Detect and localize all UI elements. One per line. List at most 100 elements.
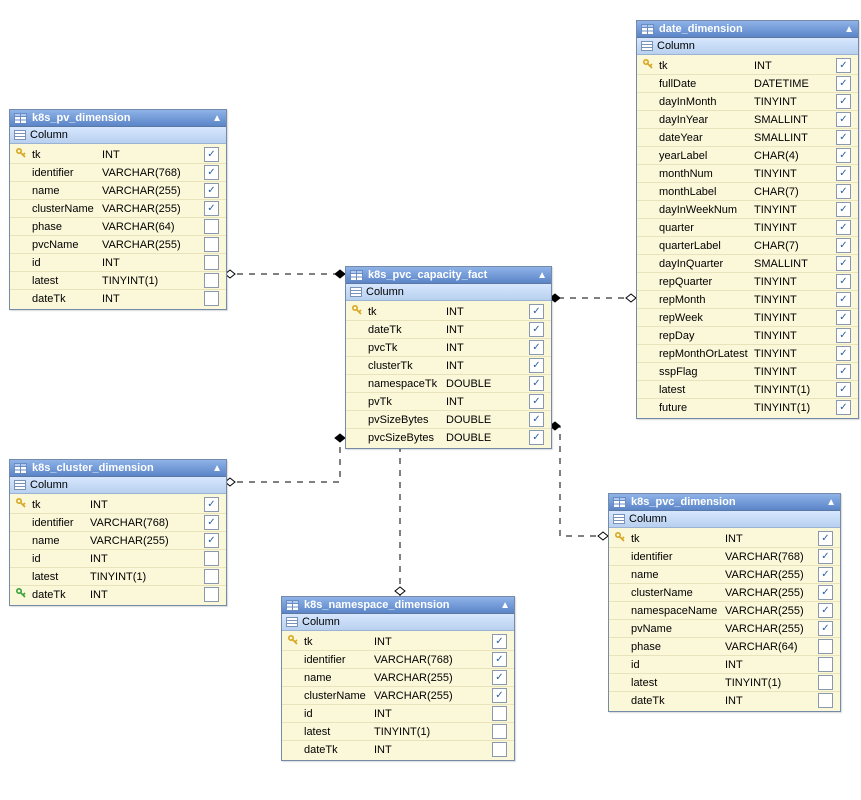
- column-row[interactable]: namespaceName VARCHAR(255) ✓: [609, 602, 840, 620]
- nullable-checkbox[interactable]: ✓: [836, 382, 851, 397]
- column-row[interactable]: clusterName VARCHAR(255) ✓: [609, 584, 840, 602]
- column-row[interactable]: identifier VARCHAR(768) ✓: [282, 651, 514, 669]
- column-row[interactable]: future TINYINT(1) ✓: [637, 399, 858, 416]
- column-row[interactable]: tk INT ✓: [10, 146, 226, 164]
- nullable-checkbox[interactable]: ✓: [204, 201, 219, 216]
- column-row[interactable]: sspFlag TINYINT ✓: [637, 363, 858, 381]
- nullable-checkbox[interactable]: ✓: [818, 603, 833, 618]
- column-section-header[interactable]: Column: [346, 284, 551, 301]
- nullable-checkbox[interactable]: ✓: [492, 706, 507, 721]
- nullable-checkbox[interactable]: ✓: [204, 255, 219, 270]
- nullable-checkbox[interactable]: ✓: [836, 148, 851, 163]
- column-row[interactable]: pvcTk INT ✓: [346, 339, 551, 357]
- column-row[interactable]: repQuarter TINYINT ✓: [637, 273, 858, 291]
- column-row[interactable]: dateTk INT ✓: [10, 586, 226, 603]
- collapse-icon[interactable]: ▲: [212, 113, 222, 124]
- nullable-checkbox[interactable]: ✓: [204, 147, 219, 162]
- nullable-checkbox[interactable]: ✓: [836, 328, 851, 343]
- column-row[interactable]: tk INT ✓: [282, 633, 514, 651]
- table-titlebar[interactable]: k8s_pv_dimension ▲: [10, 110, 226, 127]
- column-section-header[interactable]: Column: [282, 614, 514, 631]
- column-row[interactable]: clusterName VARCHAR(255) ✓: [10, 200, 226, 218]
- column-row[interactable]: latest TINYINT(1) ✓: [10, 568, 226, 586]
- column-row[interactable]: namespaceTk DOUBLE ✓: [346, 375, 551, 393]
- nullable-checkbox[interactable]: ✓: [529, 358, 544, 373]
- column-row[interactable]: identifier VARCHAR(768) ✓: [10, 514, 226, 532]
- column-row[interactable]: fullDate DATETIME ✓: [637, 75, 858, 93]
- nullable-checkbox[interactable]: ✓: [836, 274, 851, 289]
- column-row[interactable]: dayInYear SMALLINT ✓: [637, 111, 858, 129]
- column-row[interactable]: pvSizeBytes DOUBLE ✓: [346, 411, 551, 429]
- nullable-checkbox[interactable]: ✓: [818, 567, 833, 582]
- column-row[interactable]: tk INT ✓: [637, 57, 858, 75]
- nullable-checkbox[interactable]: ✓: [529, 376, 544, 391]
- column-row[interactable]: repMonthOrLatest TINYINT ✓: [637, 345, 858, 363]
- nullable-checkbox[interactable]: ✓: [529, 304, 544, 319]
- column-row[interactable]: dayInWeekNum TINYINT ✓: [637, 201, 858, 219]
- column-row[interactable]: tk INT ✓: [10, 496, 226, 514]
- table-titlebar[interactable]: date_dimension ▲: [637, 21, 858, 38]
- table-titlebar[interactable]: k8s_pvc_dimension ▲: [609, 494, 840, 511]
- column-row[interactable]: dateTk INT ✓: [10, 290, 226, 307]
- nullable-checkbox[interactable]: ✓: [204, 165, 219, 180]
- column-row[interactable]: monthLabel CHAR(7) ✓: [637, 183, 858, 201]
- nullable-checkbox[interactable]: ✓: [836, 76, 851, 91]
- collapse-icon[interactable]: ▲: [537, 270, 547, 281]
- column-row[interactable]: id INT ✓: [10, 254, 226, 272]
- nullable-checkbox[interactable]: ✓: [836, 364, 851, 379]
- nullable-checkbox[interactable]: ✓: [836, 256, 851, 271]
- nullable-checkbox[interactable]: ✓: [492, 742, 507, 757]
- nullable-checkbox[interactable]: ✓: [836, 58, 851, 73]
- nullable-checkbox[interactable]: ✓: [204, 551, 219, 566]
- nullable-checkbox[interactable]: ✓: [204, 569, 219, 584]
- nullable-checkbox[interactable]: ✓: [836, 94, 851, 109]
- column-row[interactable]: pvcName VARCHAR(255) ✓: [10, 236, 226, 254]
- column-row[interactable]: phase VARCHAR(64) ✓: [609, 638, 840, 656]
- nullable-checkbox[interactable]: ✓: [836, 310, 851, 325]
- column-row[interactable]: dateTk INT ✓: [346, 321, 551, 339]
- column-row[interactable]: tk INT ✓: [346, 303, 551, 321]
- table-pv[interactable]: k8s_pv_dimension ▲ Column tk INT ✓ ident…: [9, 109, 227, 310]
- column-row[interactable]: identifier VARCHAR(768) ✓: [10, 164, 226, 182]
- nullable-checkbox[interactable]: ✓: [204, 497, 219, 512]
- column-row[interactable]: dayInMonth TINYINT ✓: [637, 93, 858, 111]
- nullable-checkbox[interactable]: ✓: [529, 412, 544, 427]
- column-row[interactable]: repDay TINYINT ✓: [637, 327, 858, 345]
- nullable-checkbox[interactable]: ✓: [818, 585, 833, 600]
- collapse-icon[interactable]: ▲: [500, 600, 510, 611]
- column-row[interactable]: monthNum TINYINT ✓: [637, 165, 858, 183]
- nullable-checkbox[interactable]: ✓: [836, 166, 851, 181]
- nullable-checkbox[interactable]: ✓: [529, 430, 544, 445]
- column-section-header[interactable]: Column: [10, 127, 226, 144]
- nullable-checkbox[interactable]: ✓: [492, 724, 507, 739]
- column-row[interactable]: name VARCHAR(255) ✓: [10, 532, 226, 550]
- column-row[interactable]: clusterName VARCHAR(255) ✓: [282, 687, 514, 705]
- column-row[interactable]: latest TINYINT(1) ✓: [609, 674, 840, 692]
- column-row[interactable]: dateTk INT ✓: [609, 692, 840, 709]
- nullable-checkbox[interactable]: ✓: [204, 515, 219, 530]
- column-row[interactable]: dateTk INT ✓: [282, 741, 514, 758]
- table-titlebar[interactable]: k8s_namespace_dimension ▲: [282, 597, 514, 614]
- nullable-checkbox[interactable]: ✓: [204, 183, 219, 198]
- nullable-checkbox[interactable]: ✓: [818, 549, 833, 564]
- table-cluster[interactable]: k8s_cluster_dimension ▲ Column tk INT ✓ …: [9, 459, 227, 606]
- nullable-checkbox[interactable]: ✓: [818, 675, 833, 690]
- collapse-icon[interactable]: ▲: [826, 497, 836, 508]
- nullable-checkbox[interactable]: ✓: [204, 237, 219, 252]
- table-namespace[interactable]: k8s_namespace_dimension ▲ Column tk INT …: [281, 596, 515, 761]
- column-row[interactable]: repMonth TINYINT ✓: [637, 291, 858, 309]
- nullable-checkbox[interactable]: ✓: [204, 533, 219, 548]
- nullable-checkbox[interactable]: ✓: [529, 340, 544, 355]
- nullable-checkbox[interactable]: ✓: [818, 693, 833, 708]
- nullable-checkbox[interactable]: ✓: [818, 621, 833, 636]
- nullable-checkbox[interactable]: ✓: [836, 292, 851, 307]
- nullable-checkbox[interactable]: ✓: [492, 634, 507, 649]
- column-row[interactable]: clusterTk INT ✓: [346, 357, 551, 375]
- table-titlebar[interactable]: k8s_cluster_dimension ▲: [10, 460, 226, 477]
- nullable-checkbox[interactable]: ✓: [836, 346, 851, 361]
- column-row[interactable]: name VARCHAR(255) ✓: [282, 669, 514, 687]
- column-row[interactable]: id INT ✓: [10, 550, 226, 568]
- column-row[interactable]: pvcSizeBytes DOUBLE ✓: [346, 429, 551, 446]
- table-titlebar[interactable]: k8s_pvc_capacity_fact ▲: [346, 267, 551, 284]
- column-section-header[interactable]: Column: [10, 477, 226, 494]
